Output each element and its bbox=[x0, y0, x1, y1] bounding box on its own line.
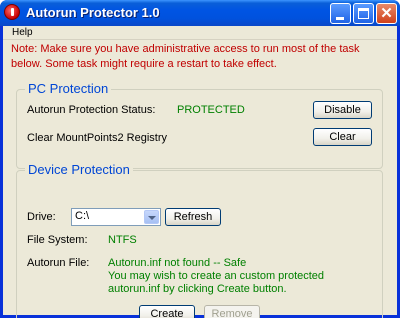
autorun-status-line1: Autorun.inf not found -- Safe bbox=[108, 257, 247, 269]
file-system-label: File System: bbox=[27, 234, 88, 246]
device-protection-heading: Device Protection bbox=[25, 162, 133, 177]
autorun-file-label: Autorun File: bbox=[27, 257, 90, 269]
title-bar[interactable]: Autorun Protector 1.0 ✕ bbox=[0, 0, 400, 26]
maximize-icon bbox=[358, 8, 369, 19]
minimize-button[interactable] bbox=[330, 3, 351, 24]
close-button[interactable]: ✕ bbox=[376, 3, 397, 24]
pc-protection-group: PC Protection Autorun Protection Status:… bbox=[16, 81, 383, 169]
drive-select[interactable]: C:\ bbox=[71, 208, 161, 226]
clear-mountpoints-label: Clear MountPoints2 Registry bbox=[27, 132, 168, 144]
maximize-button[interactable] bbox=[353, 3, 374, 24]
menu-help[interactable]: Help bbox=[12, 27, 33, 38]
remove-button[interactable]: Remove bbox=[204, 305, 260, 318]
menu-bar: Help bbox=[3, 26, 397, 40]
pc-protection-heading: PC Protection bbox=[25, 81, 112, 96]
device-protection-group: Device Protection Drive: C:\ Refresh Fil… bbox=[16, 162, 383, 318]
app-icon bbox=[4, 4, 20, 20]
file-system-value: NTFS bbox=[108, 234, 137, 246]
client-area: Help Note: Make sure you have administra… bbox=[3, 26, 397, 318]
app-window: Autorun Protector 1.0 ✕ Help Note: Make … bbox=[0, 0, 400, 318]
close-icon: ✕ bbox=[380, 5, 393, 22]
autorun-status-line2: You may wish to create an custom protect… bbox=[108, 270, 325, 282]
window-title: Autorun Protector 1.0 bbox=[26, 5, 160, 20]
drive-select-value: C:\ bbox=[75, 210, 90, 222]
clear-button[interactable]: Clear bbox=[313, 128, 372, 146]
drive-label: Drive: bbox=[27, 211, 56, 223]
minimize-icon bbox=[336, 17, 344, 20]
refresh-button[interactable]: Refresh bbox=[165, 208, 221, 226]
admin-note: Note: Make sure you have administrative … bbox=[11, 43, 360, 70]
autorun-status-line3: autorun.inf by clicking Create button. bbox=[108, 283, 287, 295]
chevron-down-icon[interactable] bbox=[144, 210, 159, 224]
create-button[interactable]: Create bbox=[139, 305, 195, 318]
protection-status-value: PROTECTED bbox=[177, 104, 245, 116]
protection-status-label: Autorun Protection Status: bbox=[27, 104, 156, 116]
disable-button[interactable]: Disable bbox=[313, 101, 372, 119]
